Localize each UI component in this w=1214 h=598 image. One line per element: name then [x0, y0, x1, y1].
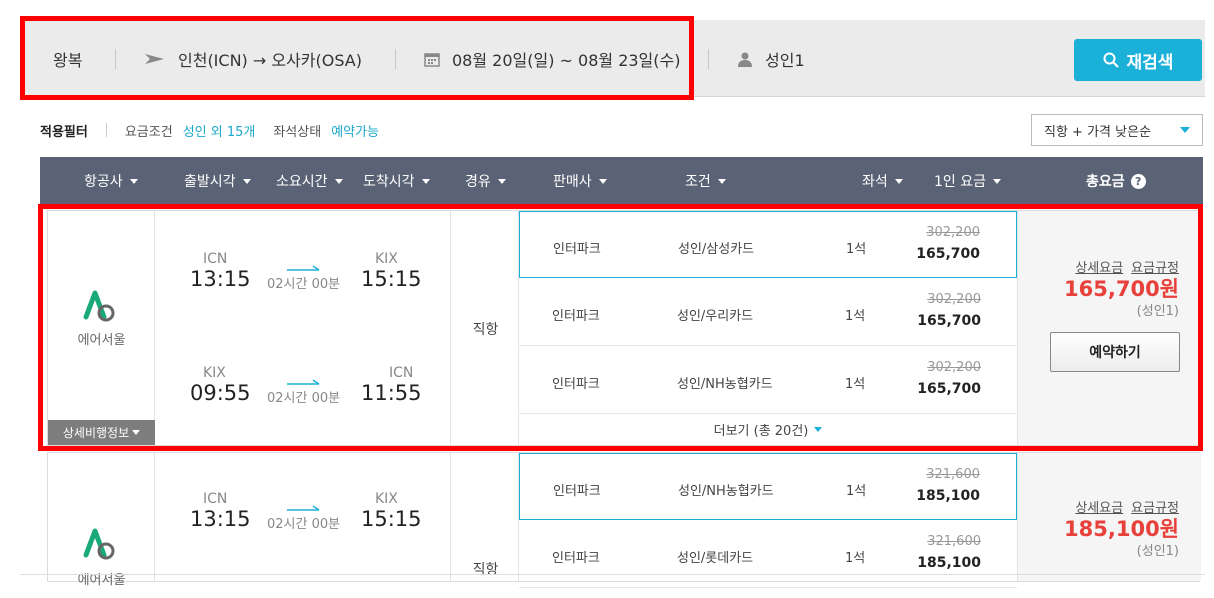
- applied-filters: 적용필터 요금조건 성인 외 15개 좌석상태 예약가능: [40, 116, 397, 144]
- caret-down-icon: [894, 178, 903, 184]
- fare-offer-row[interactable]: 인터파크 성인/롯데카드 1석 321,600 185,100: [519, 521, 1017, 588]
- header-label: 항공사: [84, 174, 123, 190]
- caret-down-icon: [242, 178, 251, 184]
- sort-airline[interactable]: 항공사: [84, 157, 138, 205]
- fare-price: 185,100: [916, 488, 980, 504]
- sort-arrive[interactable]: 도착시각: [363, 157, 430, 205]
- header-label: 소요시간: [276, 174, 328, 190]
- passenger-info: 성인1: [737, 20, 805, 97]
- fare-condition-value[interactable]: 성인 외 15개: [183, 121, 256, 140]
- fare-condition: 성인/NH농협카드: [678, 484, 774, 499]
- seat-status-label: 좌석상태: [273, 124, 322, 140]
- original-price: 321,600: [926, 467, 980, 482]
- highlight-box-search: [20, 16, 694, 100]
- chevron-down-icon: [1180, 127, 1190, 133]
- sort-dropdown[interactable]: 직항 + 가격 낮은순: [1031, 114, 1203, 146]
- total-price: 185,100원: [1064, 517, 1179, 541]
- caret-down-icon: [129, 178, 138, 184]
- caret-down-icon: [598, 178, 607, 184]
- header-label: 1인 요금: [934, 174, 986, 190]
- sort-condition[interactable]: 조건: [685, 157, 726, 205]
- sort-duration[interactable]: 소요시간: [276, 157, 343, 205]
- fare-condition: 성인/롯데카드: [677, 551, 754, 566]
- divider: [708, 49, 709, 69]
- divider: [20, 574, 1205, 575]
- caret-down-icon: [421, 178, 430, 184]
- sort-via[interactable]: 경유: [465, 157, 506, 205]
- seat-count: 1석: [845, 551, 866, 566]
- results-table-header: 항공사 출발시각 소요시간 도착시각 경유 판매사 조건 좌석 1인 요금 총요…: [40, 157, 1203, 205]
- header-label: 총요금: [1086, 174, 1125, 190]
- header-label: 좌석: [862, 174, 888, 190]
- caret-down-icon: [717, 178, 726, 184]
- seller-name: 인터파크: [553, 484, 601, 499]
- highlight-box-result: [38, 204, 1203, 451]
- search-icon: [1103, 52, 1119, 68]
- person-icon: [737, 51, 753, 67]
- caret-down-icon: [993, 178, 1001, 184]
- sort-fare[interactable]: 1인 요금: [934, 157, 1001, 205]
- airline-cell: 에어서울: [48, 453, 155, 588]
- sort-seats[interactable]: 좌석: [862, 157, 903, 205]
- header-label: 조건: [685, 174, 711, 190]
- divider: [105, 123, 107, 137]
- total-fare-cell: 상세요금 요금규정 185,100원 (성인1): [1017, 453, 1201, 581]
- sort-seller[interactable]: 판매사: [553, 157, 607, 205]
- via-text: 직항: [472, 562, 499, 578]
- filter-title: 적용필터: [40, 124, 88, 140]
- airseoul-logo-icon: [80, 527, 120, 567]
- fare-condition-label: 요금조건: [124, 124, 173, 140]
- caret-down-icon: [334, 178, 343, 184]
- via-cell: 직항: [450, 453, 519, 581]
- destination-code: KIX: [375, 491, 398, 507]
- header-label: 경유: [465, 174, 491, 190]
- airline-name: 에어서울: [77, 573, 126, 588]
- sort-depart[interactable]: 출발시각: [184, 157, 251, 205]
- outbound-segment: ICN 13:15 02시간 00분 KIX 15:15: [155, 453, 450, 571]
- total-fare-header: 총요금?: [1086, 157, 1146, 205]
- original-price: 321,600: [927, 534, 981, 549]
- header-label: 도착시각: [363, 174, 415, 190]
- research-label: 재검색: [1126, 52, 1174, 73]
- origin-code: ICN: [203, 491, 228, 507]
- arrival-time: 15:15: [361, 507, 422, 531]
- flight-duration: 02시간 00분: [267, 517, 341, 532]
- header-label: 판매사: [553, 174, 592, 190]
- research-button[interactable]: 재검색: [1074, 39, 1202, 81]
- fare-price: 185,100: [917, 555, 981, 571]
- seat-status-value[interactable]: 예약가능: [331, 121, 379, 140]
- help-icon[interactable]: ?: [1130, 173, 1146, 189]
- sort-value: 직항 + 가격 낮은순: [1044, 124, 1152, 140]
- fare-offer-row[interactable]: 인터파크 성인/NH농협카드 1석 321,600 185,100: [519, 453, 1017, 520]
- passenger-count: (성인1): [1136, 544, 1179, 559]
- departure-time: 13:15: [190, 507, 251, 531]
- header-label: 출발시각: [184, 174, 236, 190]
- seat-count: 1석: [846, 484, 867, 499]
- flight-result-card: 에어서울 ICN 13:15 02시간 00분 KIX 15:15 직항 인터파…: [47, 452, 1201, 588]
- seller-name: 인터파크: [552, 551, 600, 566]
- caret-down-icon: [497, 178, 506, 184]
- passenger-text: 성인1: [765, 50, 805, 70]
